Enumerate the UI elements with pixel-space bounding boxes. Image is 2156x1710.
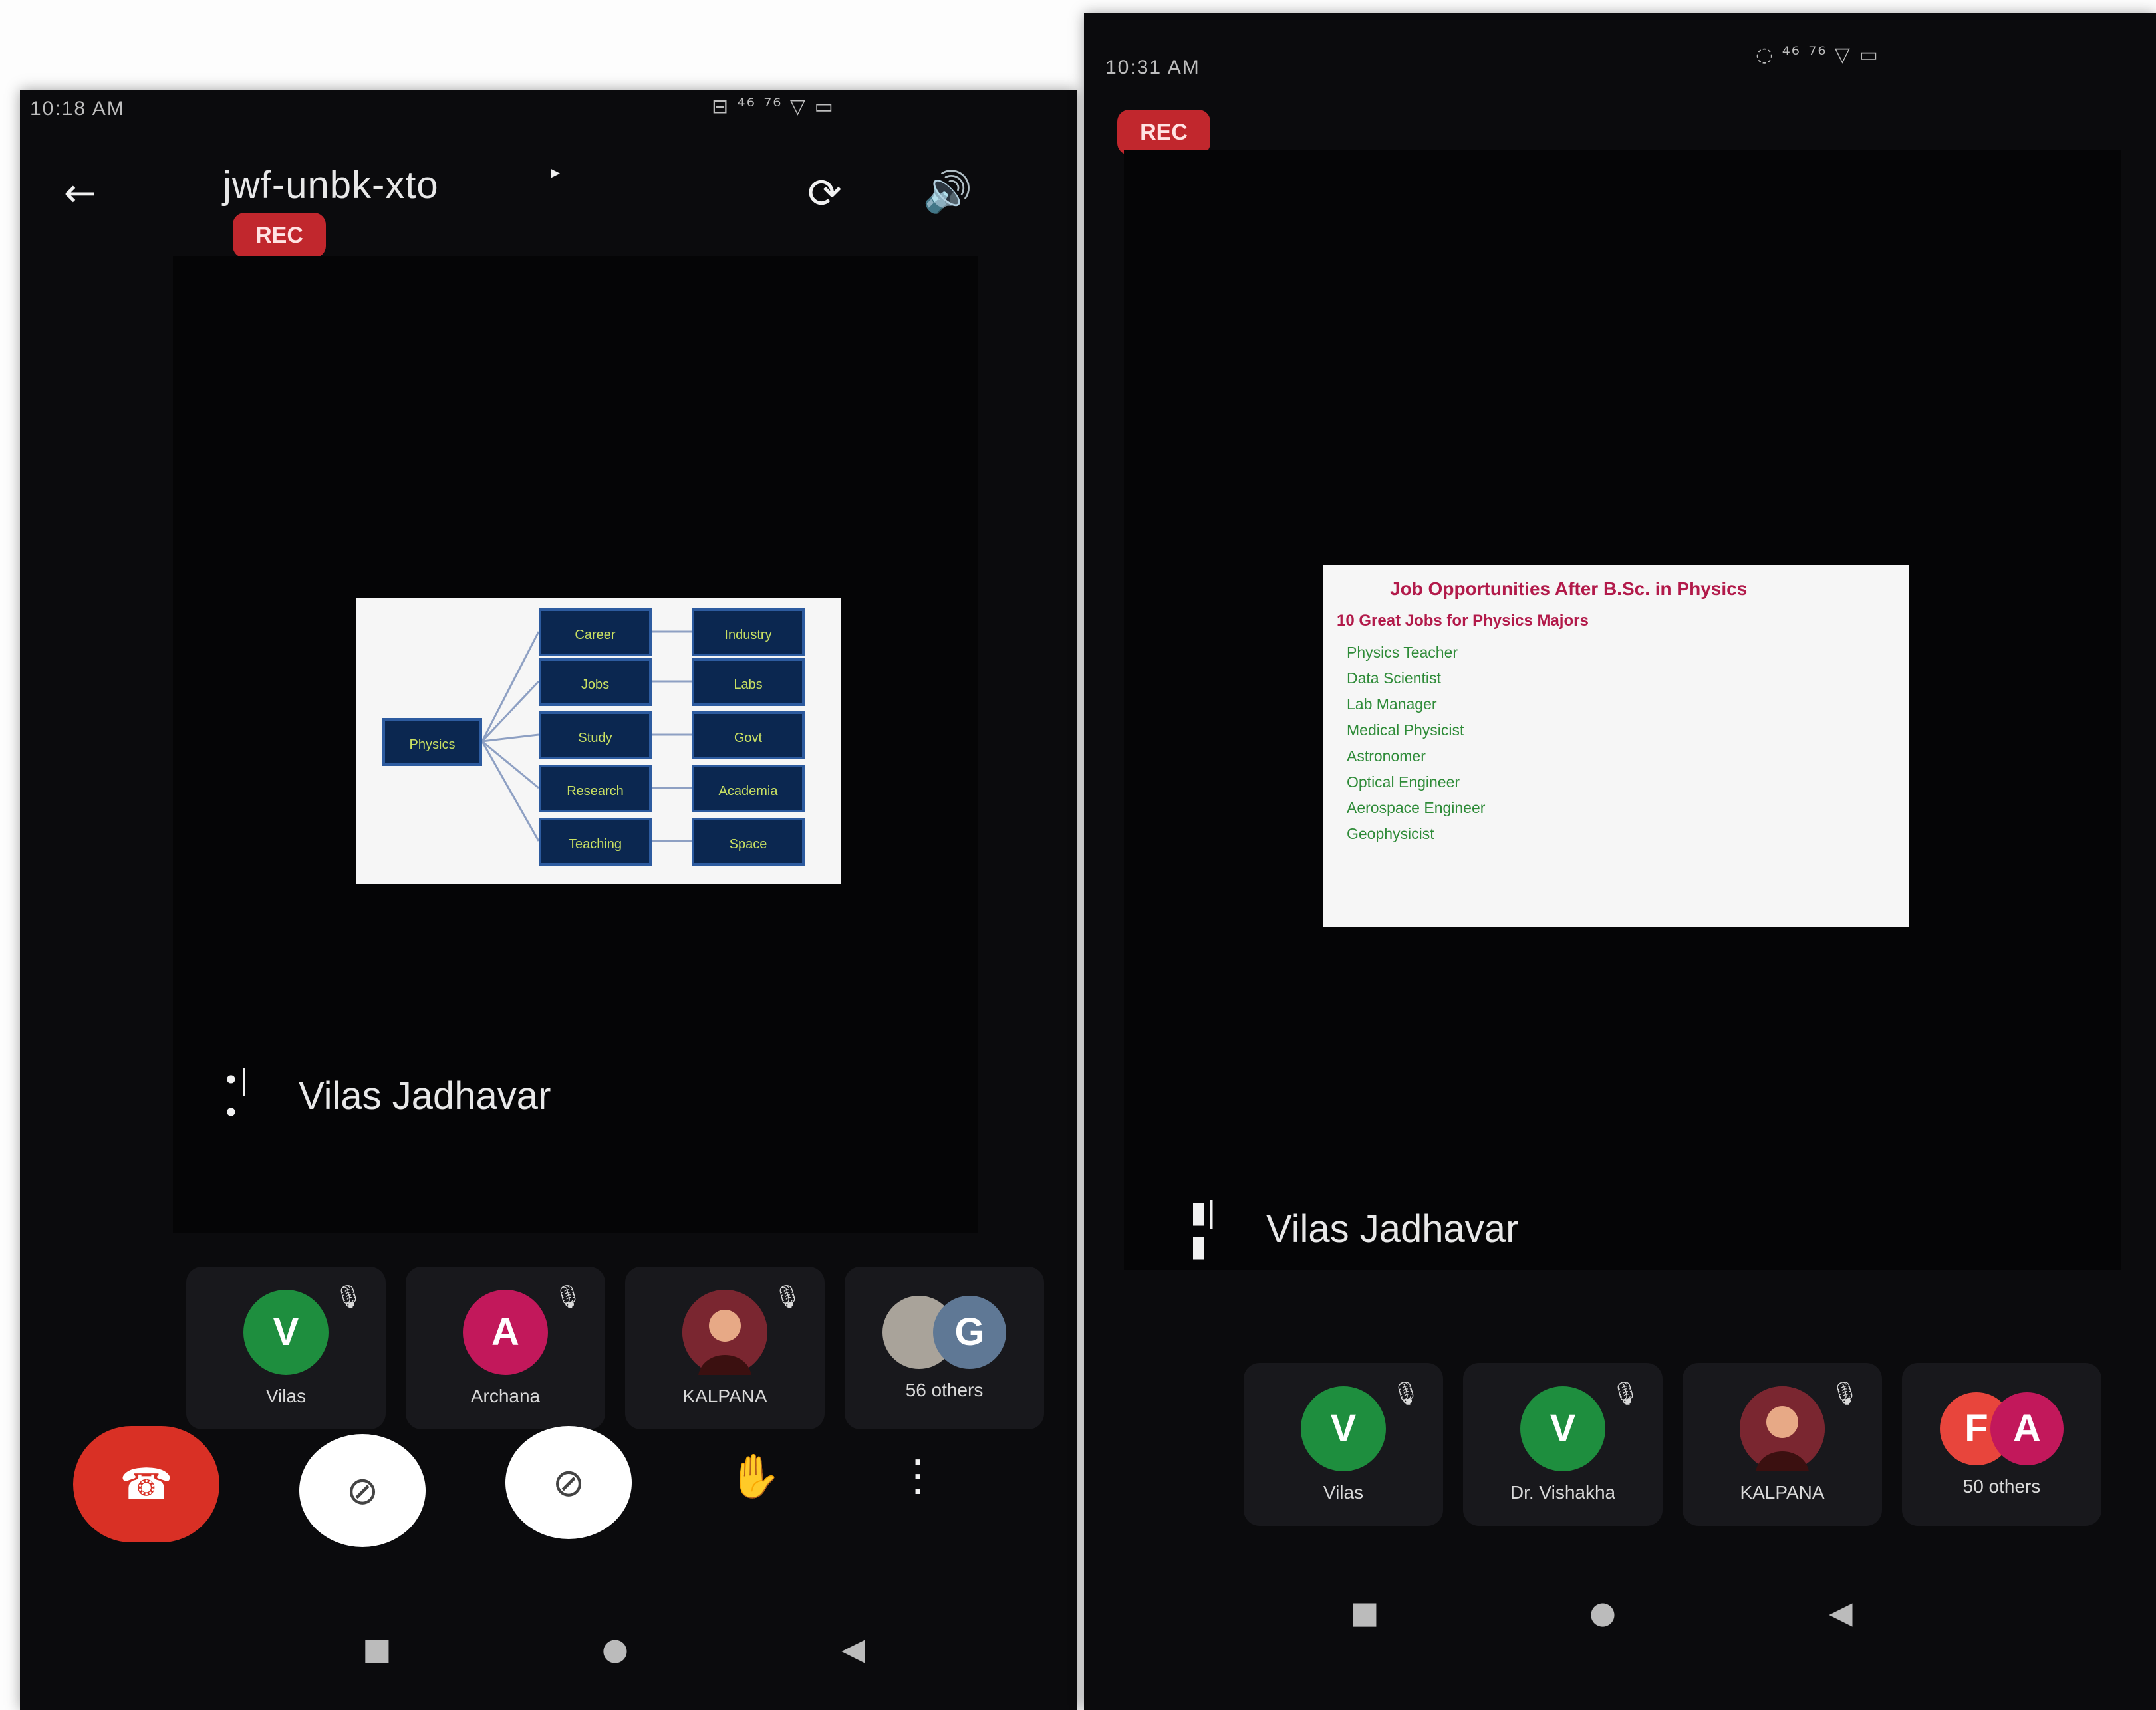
call-controls: ☎ ⊘ ⊘ ✋ ⋮ [73,1426,1071,1552]
slide-item-2: Data Scientist [1347,670,1441,687]
participant-tile[interactable]: A Archana 🎙 [406,1267,605,1429]
diagram-right-node-2: Labs [692,658,805,706]
speaker-name: Vilas Jadhavar [1266,1207,1519,1251]
avatar: G [933,1295,1006,1369]
volume-icon[interactable]: 🔊 [923,168,973,215]
slide-item-1: Physics Teacher [1347,644,1458,661]
active-speaker: •|• Vilas Jadhavar [223,1063,551,1129]
android-nav-bar: ■ ● ◀ [356,1622,875,1675]
participant-name: Dr. Vishakha [1510,1481,1616,1503]
diagram-right-node-1: Industry [692,608,805,656]
mic-muted-icon: 🎙 [334,1284,363,1310]
participant-name: Archana [470,1385,541,1406]
diagram-middle-node-1: Career [539,608,652,656]
photo-background: 10:18 AM ⊟ ⁴⁶ ⁷⁶ ▽ ▭ ← jwf-unbk-xto ▸ RE… [0,0,2156,1710]
participant-tile[interactable]: V Vilas 🎙 [1244,1363,1443,1526]
participant-name: 56 others [905,1379,984,1400]
participant-tile[interactable]: F A 50 others [1902,1363,2101,1526]
shared-slide: Job Opportunities After B.Sc. in Physics… [1323,565,1909,927]
avatar: V [1301,1386,1386,1471]
left-phone-screen: 10:18 AM ⊟ ⁴⁶ ⁷⁶ ▽ ▭ ← jwf-unbk-xto ▸ RE… [20,90,1077,1710]
mic-muted-icon: 🎙 [773,1284,802,1310]
avatar-photo [682,1289,767,1375]
avatar-group: F A [1940,1392,2064,1465]
participant-name: Vilas [265,1385,307,1406]
participant-strip: V Vilas 🎙 V Dr. Vishakha 🎙 KALPANA 🎙 F A… [1244,1363,2101,1526]
recording-badge: REC [233,213,326,258]
diagram-middle-node-5: Teaching [539,818,652,866]
back-button[interactable]: ◀ [832,1628,875,1670]
audio-bars-icon: ▮|▮ [1190,1195,1217,1263]
mic-muted-icon: 🎙 [1391,1380,1420,1407]
back-button[interactable]: ◀ [1819,1591,1862,1634]
slide-item-3: Lab Manager [1347,695,1437,713]
mic-muted-icon: 🎙 [1830,1380,1859,1407]
recent-apps-button[interactable]: ■ [1343,1591,1386,1634]
diagram-right-node-5: Space [692,818,805,866]
slide-item-6: Optical Engineer [1347,773,1460,791]
meeting-code[interactable]: jwf-unbk-xto [223,163,439,207]
speaker-name: Vilas Jadhavar [299,1074,551,1118]
recording-badge: REC [1117,110,1210,155]
avatar: A [1990,1392,2064,1465]
diagram-root-node: Physics [382,718,482,766]
avatar-photo [1740,1386,1825,1471]
avatar: A [463,1289,548,1375]
end-call-button[interactable]: ☎ [73,1426,219,1542]
caret-right-icon[interactable]: ▸ [545,161,565,183]
arrow-left-icon[interactable]: ← [60,170,100,215]
shared-slide: Physics Career Jobs Study Research Teach… [356,598,841,884]
avatar: V [1520,1386,1605,1471]
home-button[interactable]: ● [1581,1591,1624,1634]
android-nav-bar: ■ ● ◀ [1343,1586,1862,1639]
status-icons: ◌ ⁴⁶ ⁷⁶ ▽ ▭ [1756,43,1879,66]
camera-off-icon: ⊘ [346,1468,379,1513]
status-time: 10:18 AM [30,98,125,120]
mic-toggle-button[interactable]: ⊘ [505,1426,632,1539]
slide-heading: Job Opportunities After B.Sc. in Physics [1390,578,1748,599]
more-options-button[interactable]: ⋮ [881,1439,954,1513]
participant-tile[interactable]: G 56 others [845,1267,1044,1429]
participant-strip: V Vilas 🎙 A Archana 🎙 KALPANA 🎙 G 56 oth… [186,1267,1044,1429]
avatar: V [243,1289,329,1375]
home-button[interactable]: ● [594,1628,636,1670]
diagram-middle-node-3: Study [539,711,652,759]
diagram-right-node-4: Academia [692,765,805,812]
recent-apps-button[interactable]: ■ [356,1628,398,1670]
diagram-right-node-3: Govt [692,711,805,759]
status-time: 10:31 AM [1105,57,1200,78]
slide-item-4: Medical Physicist [1347,721,1464,739]
audio-wave-icon: •|• [223,1063,249,1129]
participant-tile[interactable]: KALPANA 🎙 [1683,1363,1882,1526]
diagram-middle-node-2: Jobs [539,658,652,706]
presentation-area: Job Opportunities After B.Sc. in Physics… [1124,150,2121,1270]
slide-item-8: Geophysicist [1347,825,1434,842]
participant-name: KALPANA [682,1385,767,1406]
avatar-group: G [882,1295,1006,1369]
participant-name: 50 others [1962,1475,2041,1497]
participant-tile[interactable]: V Vilas 🎙 [186,1267,386,1429]
person-photo-icon [1740,1386,1825,1471]
camera-toggle-button[interactable]: ⊘ [299,1434,426,1547]
participant-tile[interactable]: KALPANA 🎙 [625,1267,825,1429]
person-photo-icon [682,1289,767,1375]
diagram-middle-node-4: Research [539,765,652,812]
mic-muted-icon: 🎙 [553,1284,583,1310]
mic-off-icon: ⊘ [552,1460,585,1505]
slide-subheading: 10 Great Jobs for Physics Majors [1337,612,1589,630]
participant-name: KALPANA [1740,1481,1825,1503]
participant-tile[interactable]: V Dr. Vishakha 🎙 [1463,1363,1663,1526]
end-call-icon: ☎ [120,1459,173,1509]
mic-muted-icon: 🎙 [1611,1380,1640,1407]
participant-name: Vilas [1323,1481,1364,1503]
status-icons: ⊟ ⁴⁶ ⁷⁶ ▽ ▭ [712,95,835,118]
raise-hand-button[interactable]: ✋ [718,1439,791,1513]
slide-item-7: Aerospace Engineer [1347,799,1486,816]
slide-item-5: Astronomer [1347,747,1426,765]
more-vert-icon: ⋮ [896,1451,939,1501]
active-speaker: ▮|▮ Vilas Jadhavar [1190,1195,1519,1263]
switch-camera-icon[interactable]: ⟳ [801,169,848,217]
raise-hand-icon: ✋ [728,1451,781,1501]
right-phone-screen: 10:31 AM ◌ ⁴⁶ ⁷⁶ ▽ ▭ REC Job Opportuniti… [1084,13,2156,1710]
